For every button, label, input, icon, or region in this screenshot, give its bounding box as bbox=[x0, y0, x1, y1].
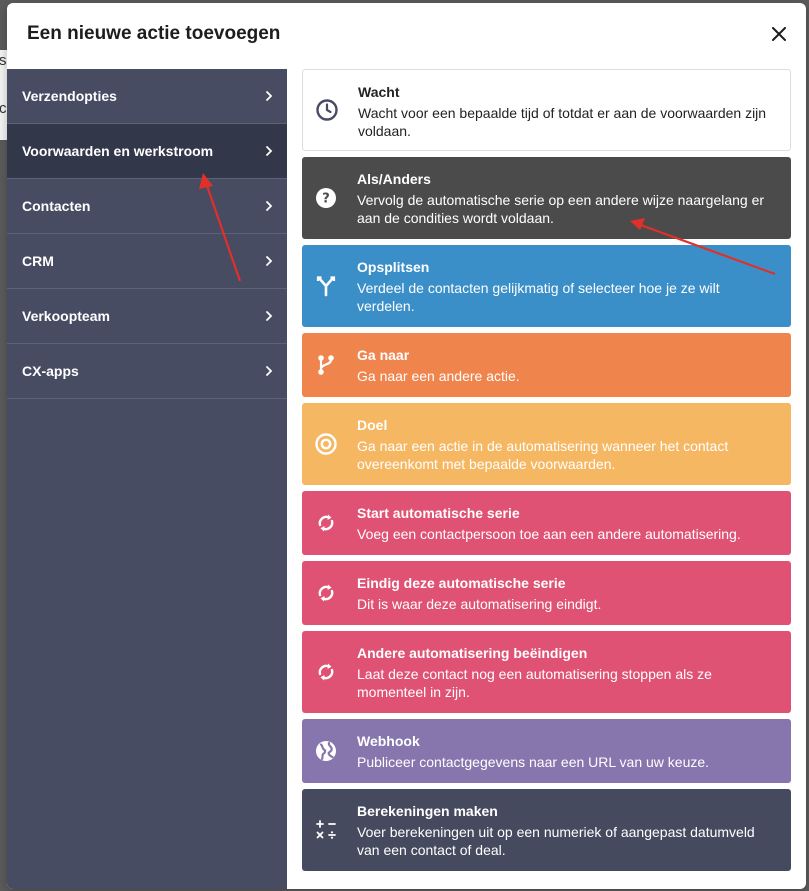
action-description: Vervolg de automatische serie op een and… bbox=[357, 192, 765, 226]
sidebar-item-label: Verzendopties bbox=[22, 88, 117, 104]
sync-icon bbox=[318, 663, 334, 681]
action-description: Voeg een contactpersoon toe aan een ande… bbox=[357, 526, 741, 542]
action-list: Wacht Wacht voor een bepaalde tijd of to… bbox=[287, 69, 806, 889]
action-description: Laat deze contact nog een automatisering… bbox=[357, 666, 712, 700]
action-eindig-deze-automatische-serie[interactable]: Eindig deze automatische serie Dit is wa… bbox=[302, 561, 791, 625]
action-title: Start automatische serie bbox=[357, 505, 520, 521]
action-ga-naar[interactable]: Ga naar Ga naar een andere actie. bbox=[302, 333, 791, 397]
action-description: Ga naar een actie in de automatisering w… bbox=[357, 438, 729, 472]
sidebar-item-label: Voorwaarden en werkstroom bbox=[22, 143, 214, 159]
action-title: Wacht bbox=[358, 84, 400, 100]
clock-icon bbox=[316, 99, 338, 121]
action-als-anders[interactable]: ? Als/Anders Vervolg de automatische ser… bbox=[302, 157, 791, 239]
chevron-right-icon bbox=[266, 311, 273, 321]
sidebar-item-label: CX-apps bbox=[22, 363, 79, 379]
sync-icon bbox=[318, 514, 334, 532]
chevron-right-icon bbox=[266, 201, 273, 211]
action-title: Eindig deze automatische serie bbox=[357, 575, 566, 591]
svg-text:?: ? bbox=[322, 192, 330, 207]
action-description: Ga naar een andere actie. bbox=[357, 368, 520, 384]
target-icon bbox=[315, 433, 337, 455]
chevron-right-icon bbox=[266, 146, 273, 156]
split-icon bbox=[316, 276, 336, 297]
sync-icon bbox=[318, 584, 334, 602]
modal-title: Een nieuwe actie toevoegen bbox=[27, 23, 281, 44]
action-description: Publiceer contactgegevens naar een URL v… bbox=[357, 754, 710, 770]
calculator-icon bbox=[316, 820, 336, 839]
globe-icon bbox=[316, 741, 336, 761]
action-berekeningen-maken[interactable]: Berekeningen maken Voer berekeningen uit… bbox=[302, 789, 791, 871]
branch-icon bbox=[318, 355, 334, 375]
question-icon: ? bbox=[316, 188, 336, 208]
action-andere-automatisering-beeindigen[interactable]: Andere automatisering beëindigen Laat de… bbox=[302, 631, 791, 713]
sidebar-item-label: CRM bbox=[22, 253, 54, 269]
action-doel[interactable]: Doel Ga naar een actie in de automatiser… bbox=[302, 403, 791, 485]
action-title: Andere automatisering beëindigen bbox=[357, 645, 588, 661]
action-title: Webhook bbox=[357, 733, 420, 749]
sidebar-item-verzendopties[interactable]: Verzendopties bbox=[7, 69, 287, 124]
action-title: Doel bbox=[357, 417, 388, 433]
action-description: Voer berekeningen uit op een numeriek of… bbox=[357, 824, 755, 858]
action-title: Ga naar bbox=[357, 347, 410, 363]
sidebar-item-cx-apps[interactable]: CX-apps bbox=[7, 344, 287, 399]
add-action-modal: Een nieuwe actie toevoegen Verzendopties… bbox=[7, 3, 806, 889]
chevron-right-icon bbox=[266, 91, 273, 101]
action-description: Dit is waar deze automatisering eindigt. bbox=[357, 596, 602, 612]
chevron-right-icon bbox=[266, 256, 273, 266]
action-description: Verdeel de contacten gelijkmatig of sele… bbox=[357, 280, 720, 314]
action-title: Berekeningen maken bbox=[357, 803, 498, 819]
action-webhook[interactable]: Webhook Publiceer contactgegevens naar e… bbox=[302, 719, 791, 783]
background-text-fragment: c bbox=[0, 100, 7, 117]
action-title: Als/Anders bbox=[357, 171, 431, 187]
sidebar-item-voorwaarden-en-werkstroom[interactable]: Voorwaarden en werkstroom bbox=[7, 124, 287, 179]
close-icon bbox=[772, 27, 786, 41]
action-title: Opsplitsen bbox=[357, 259, 430, 275]
sidebar-item-contacten[interactable]: Contacten bbox=[7, 179, 287, 234]
background-text-fragment: s bbox=[0, 52, 7, 69]
sidebar-item-crm[interactable]: CRM bbox=[7, 234, 287, 289]
close-button[interactable] bbox=[766, 21, 792, 47]
chevron-right-icon bbox=[266, 366, 273, 376]
action-description: Wacht voor een bepaalde tijd of totdat e… bbox=[358, 105, 767, 139]
modal-header: Een nieuwe actie toevoegen bbox=[7, 3, 806, 69]
sidebar-item-label: Contacten bbox=[22, 198, 91, 214]
action-opsplitsen[interactable]: Opsplitsen Verdeel de contacten gelijkma… bbox=[302, 245, 791, 327]
sidebar-item-verkoopteam[interactable]: Verkoopteam bbox=[7, 289, 287, 344]
category-sidebar: Verzendopties Voorwaarden en werkstroom … bbox=[7, 69, 287, 889]
action-start-automatische-serie[interactable]: Start automatische serie Voeg een contac… bbox=[302, 491, 791, 555]
action-wacht[interactable]: Wacht Wacht voor een bepaalde tijd of to… bbox=[302, 69, 791, 151]
sidebar-item-label: Verkoopteam bbox=[22, 308, 110, 324]
